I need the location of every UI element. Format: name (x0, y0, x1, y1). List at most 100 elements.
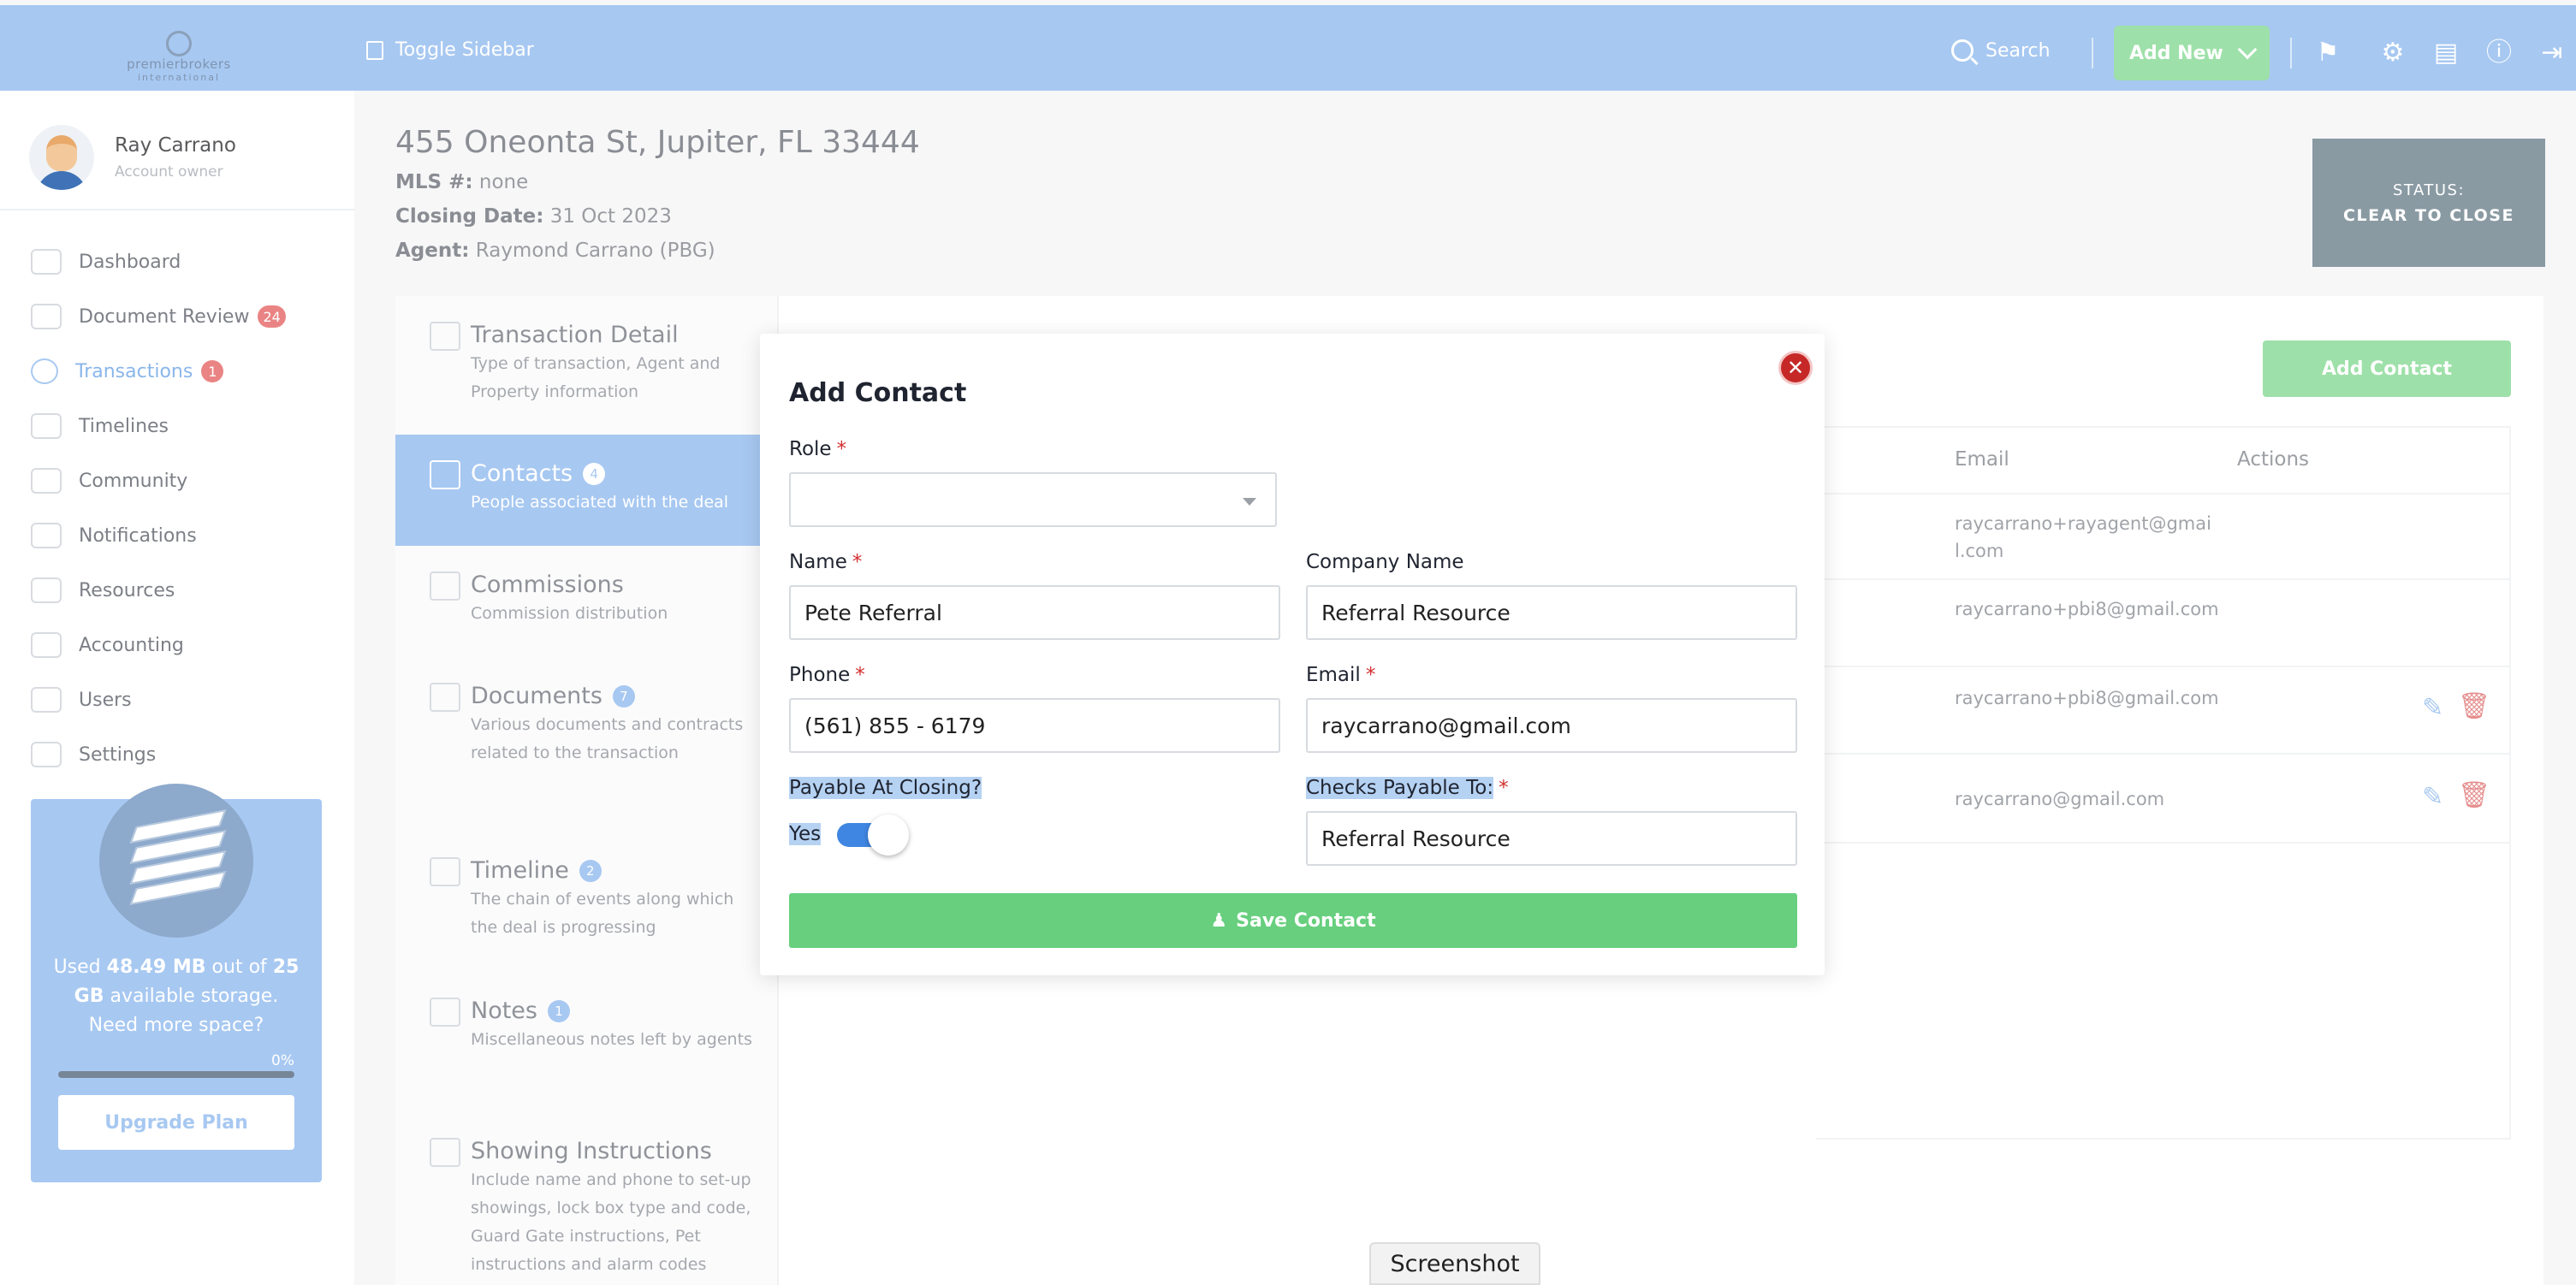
contact-email: raycarrano@gmail.com (1955, 789, 2165, 809)
payable-at-closing-label: Payable At Closing? (789, 777, 982, 799)
add-contact-button[interactable]: Add Contact (2263, 340, 2511, 397)
payable-toggle-label: Yes (789, 823, 822, 845)
close-icon[interactable]: ✕ (1778, 351, 1813, 385)
house-icon (430, 1138, 460, 1167)
sidebar-item-label: Notifications (79, 524, 197, 547)
building-icon (430, 322, 460, 351)
document-review-icon (31, 304, 62, 329)
email-field[interactable]: raycarrano@gmail.com (1306, 698, 1797, 753)
tab-notes[interactable]: Notes 1 Miscellaneous notes left by agent… (395, 972, 779, 1100)
row-divider (1816, 842, 2511, 844)
upgrade-plan-button[interactable]: Upgrade Plan (58, 1095, 294, 1150)
sidebar: Ray Carrano Account owner Dashboard Docu… (0, 91, 354, 1285)
sidebar-item-label: Transactions (75, 360, 193, 382)
commission-icon (430, 571, 460, 601)
status-value: CLEAR TO CLOSE (2343, 205, 2514, 225)
sidebar-item-dashboard[interactable]: Dashboard (31, 234, 286, 289)
screenshot-tab[interactable]: Screenshot (1369, 1242, 1540, 1285)
sidebar-item-settings[interactable]: Settings (31, 727, 286, 782)
sidebar-item-resources[interactable]: Resources (31, 563, 286, 618)
paper-stack-icon (99, 784, 253, 938)
logout-icon[interactable]: ⇥ (2538, 39, 2566, 67)
status-label: STATUS: (2392, 181, 2466, 199)
edit-icon[interactable]: ✎ (2422, 782, 2443, 812)
sidebar-nav: Dashboard Document Review 24 Transaction… (31, 234, 286, 782)
sidebar-item-label: Resources (79, 579, 175, 601)
divider (2290, 38, 2292, 68)
avatar (29, 125, 94, 190)
chat-icon (31, 523, 62, 548)
storage-card: Used 48.49 MB out of 25 GB available sto… (31, 784, 322, 1182)
sidebar-item-label: Users (79, 689, 132, 711)
divider (2092, 38, 2093, 68)
help-icon[interactable]: ⓘ (2485, 39, 2513, 67)
contact-email: raycarrano+pbi8@gmail.com (1955, 688, 2219, 708)
checks-payable-label: Checks Payable To: * (1306, 777, 1509, 799)
count-badge: 1 (547, 999, 570, 1022)
search-button[interactable]: Search (1951, 39, 2051, 62)
company-name-field[interactable]: Referral Resource (1306, 585, 1797, 640)
payable-at-closing-toggle[interactable] (835, 814, 911, 856)
tab-commissions[interactable]: Commissions Commission distribution (395, 546, 779, 657)
sidebar-item-document-review[interactable]: Document Review 24 (31, 289, 286, 344)
sidebar-icon (366, 40, 383, 60)
count-badge: 4 (583, 462, 606, 485)
search-label: Search (1985, 39, 2051, 62)
clipboard-icon[interactable]: ▤ (2432, 39, 2460, 67)
sidebar-item-label: Timelines (79, 415, 169, 437)
agent-info: Agent: Raymond Carrano (PBG) (395, 240, 715, 262)
storage-progress-bar (58, 1071, 294, 1078)
sidebar-item-notifications[interactable]: Notifications (31, 508, 286, 563)
role-label: Role * (789, 438, 847, 460)
transaction-tabs: Transaction Detail Type of transaction, … (395, 296, 779, 1285)
sidebar-item-users[interactable]: Users (31, 672, 286, 727)
tab-transaction-detail[interactable]: Transaction Detail Type of transaction, … (395, 296, 779, 433)
megaphone-icon[interactable]: ⚑ (2314, 39, 2342, 67)
logo-mark (166, 31, 192, 56)
company-logo[interactable]: premierbrokers international (123, 31, 234, 84)
phone-label: Phone * (789, 664, 865, 686)
sidebar-item-label: Community (79, 470, 188, 492)
sidebar-item-accounting[interactable]: Accounting (31, 618, 286, 672)
top-bar: premierbrokers international Toggle Side… (0, 5, 2576, 91)
tab-documents[interactable]: Documents 7 Various documents and contrac… (395, 657, 779, 820)
dollar-icon (31, 358, 58, 384)
sidebar-item-label: Dashboard (79, 251, 181, 273)
modal-title: Add Contact (789, 378, 967, 408)
tab-contacts[interactable]: Contacts 4 People associated with the dea… (395, 435, 779, 546)
column-header-email[interactable]: Email (1955, 448, 2009, 471)
gear-icon[interactable]: ⚙ (2379, 39, 2407, 67)
phone-field[interactable]: (561) 855 - 6179 (789, 698, 1280, 753)
name-label: Name * (789, 551, 863, 573)
user-name: Ray Carrano (115, 134, 236, 157)
save-contact-button[interactable]: ♟ Save Contact (789, 893, 1797, 948)
row-divider (1816, 753, 2511, 755)
sidebar-item-label: Document Review (79, 305, 250, 328)
column-header-actions: Actions (2237, 448, 2310, 471)
contact-email: raycarrano+rayagent@gmail.com (1955, 513, 2211, 561)
community-icon (31, 468, 62, 494)
role-select[interactable] (789, 472, 1277, 527)
trash-icon[interactable]: 🗑 (2458, 691, 2490, 721)
accounting-icon (31, 632, 62, 658)
sidebar-item-transactions[interactable]: Transactions 1 (31, 344, 286, 399)
count-badge: 1 (201, 360, 224, 382)
user-profile[interactable]: Ray Carrano Account owner (29, 125, 236, 190)
timeline-icon (31, 413, 62, 439)
user-icon (31, 687, 62, 713)
add-new-button[interactable]: Add New (2114, 26, 2270, 80)
toggle-sidebar-button[interactable]: Toggle Sidebar (366, 39, 534, 61)
sidebar-item-timelines[interactable]: Timelines (31, 399, 286, 453)
tab-showing-instructions[interactable]: Showing Instructions Include name and ph… (395, 1112, 779, 1285)
tab-timeline[interactable]: Timeline 2 The chain of events along whic… (395, 832, 779, 960)
row-divider (1816, 493, 2511, 494)
contact-email: raycarrano+pbi8@gmail.com (1955, 599, 2219, 619)
trash-icon[interactable]: 🗑 (2458, 780, 2490, 810)
edit-icon[interactable]: ✎ (2422, 693, 2443, 723)
sidebar-item-community[interactable]: Community (31, 453, 286, 508)
resources-icon (31, 577, 62, 603)
name-field[interactable]: Pete Referral (789, 585, 1280, 640)
checks-payable-field[interactable]: Referral Resource (1306, 811, 1797, 866)
logo-subtext: international (137, 72, 221, 83)
email-label: Email * (1306, 664, 1376, 686)
